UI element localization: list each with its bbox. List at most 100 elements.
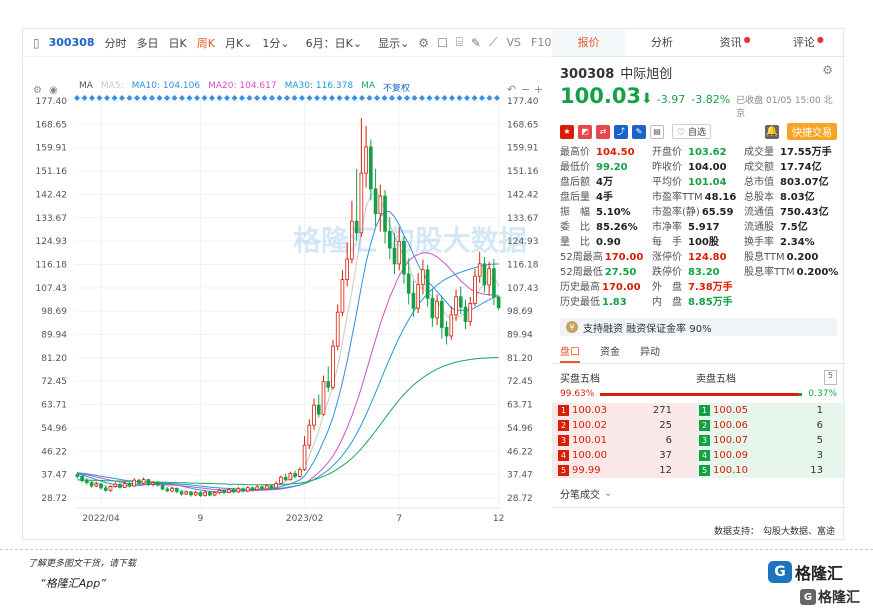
plus-icon[interactable]: + bbox=[534, 83, 543, 96]
bid-level[interactable]: 1 100.03 271 bbox=[552, 403, 697, 418]
ask-level[interactable]: 4 100.09 3 bbox=[697, 448, 845, 463]
y-tick-label-left: 89.94 bbox=[41, 331, 67, 341]
tab-funds[interactable]: 资金 bbox=[600, 344, 620, 363]
orderbook-row[interactable]: 3 100.01 6 3 100.07 5 bbox=[552, 433, 845, 448]
event-marker bbox=[449, 95, 455, 101]
bid-level[interactable]: 2 100.02 25 bbox=[552, 418, 697, 433]
display-dropdown[interactable]: 显示⌄ bbox=[373, 35, 414, 51]
period-weekly[interactable]: 周K bbox=[192, 35, 220, 51]
stat-label: 盘后量 bbox=[560, 192, 590, 203]
bid-volume: 12 bbox=[659, 465, 672, 476]
bid-level[interactable]: 5 99.99 12 bbox=[552, 463, 697, 478]
undo-icon[interactable]: ↶ bbox=[507, 83, 516, 96]
tab-analysis[interactable]: 分析 bbox=[625, 29, 698, 56]
period-minute-dropdown[interactable]: 1分⌄ bbox=[257, 35, 294, 51]
event-marker bbox=[134, 95, 140, 101]
stats-grid: 最高价 104.50 开盘价 103.62 成交量 17.55万手 最低价 99.20 昨收价 1… bbox=[552, 140, 845, 310]
candle-body bbox=[217, 489, 222, 494]
minus-icon[interactable]: − bbox=[521, 83, 530, 96]
candle-body bbox=[335, 311, 340, 347]
ask-level[interactable]: 1 100.05 1 bbox=[697, 403, 845, 418]
footer-text: 了解更多图文干货，请下载 bbox=[28, 559, 137, 569]
candle-body bbox=[236, 488, 241, 493]
chart-icon[interactable]: ◩ bbox=[578, 124, 592, 139]
x-tick-label: 2023/02 bbox=[286, 514, 323, 524]
stock-title: 300308 中际旭创 bbox=[560, 67, 673, 82]
stat-value: 99.20 bbox=[596, 162, 628, 173]
stat-item: 最低价 99.20 bbox=[560, 161, 652, 175]
orderbook-row[interactable]: 2 100.02 25 2 100.06 6 bbox=[552, 418, 845, 433]
ask-volume: 1 bbox=[816, 405, 823, 416]
stat-value: 48.16 bbox=[704, 192, 737, 203]
stat-item: 振 幅 5.10% bbox=[560, 206, 652, 220]
tab-comments[interactable]: 评论 ● bbox=[772, 29, 845, 56]
ask-level[interactable]: 5 100.10 13 bbox=[697, 463, 845, 478]
chevron-down-icon: ⌄ bbox=[352, 36, 363, 50]
candle-body bbox=[151, 482, 155, 485]
orderbook-row[interactable]: 1 100.03 271 1 100.05 1 bbox=[552, 403, 845, 418]
y-tick-label-left: 98.69 bbox=[41, 307, 67, 317]
y-tick-label-left: 133.67 bbox=[36, 214, 68, 224]
stock-code-label[interactable]: 300308 bbox=[44, 36, 100, 49]
stat-value: 7.5亿 bbox=[780, 222, 808, 233]
orderbook-row[interactable]: 4 100.00 37 4 100.09 3 bbox=[552, 448, 845, 463]
bid-ratio: 99.63% bbox=[560, 389, 595, 399]
ask-volume: 3 bbox=[816, 450, 823, 461]
chevron-down-icon[interactable]: ⌄ bbox=[604, 488, 612, 499]
ask-price: 100.10 bbox=[713, 465, 748, 476]
gear-icon[interactable]: ⚙ bbox=[418, 36, 429, 50]
unread-dot: ● bbox=[816, 35, 824, 44]
pen-icon[interactable]: ✎ bbox=[471, 36, 481, 50]
ask-level[interactable]: 3 100.07 5 bbox=[697, 433, 845, 448]
stat-label: 内 盘 bbox=[652, 297, 682, 308]
stat-item: 平均价 101.04 bbox=[652, 176, 744, 190]
y-tick-label-left: 46.22 bbox=[41, 447, 67, 457]
tab-orderbook[interactable]: 盘口 bbox=[560, 344, 580, 363]
bid-level[interactable]: 3 100.01 6 bbox=[552, 433, 697, 448]
footer-app-name: “格隆汇App” bbox=[40, 577, 106, 590]
range-dropdown[interactable]: 6月：日K⌄ bbox=[301, 35, 367, 51]
ruler-icon[interactable]: ⟋ bbox=[489, 35, 497, 50]
orderbook-row[interactable]: 5 99.99 12 5 100.10 13 bbox=[552, 463, 845, 478]
candle-body bbox=[444, 327, 449, 337]
candle-body bbox=[189, 491, 193, 496]
stat-item: 市盈率TTM 48.16 bbox=[652, 191, 744, 205]
tab-news[interactable]: 资讯 ● bbox=[699, 29, 772, 56]
ask-level[interactable]: 2 100.06 6 bbox=[697, 418, 845, 433]
watermark: 格隆汇 勾股大数据 bbox=[293, 224, 527, 257]
kline-svg[interactable]: ⚙ ◉ ↶ − +177.40 177.40 168.65 168.65 159.91 159.9… bbox=[23, 71, 551, 541]
add-favorite-button[interactable]: ♡ 自选 bbox=[672, 124, 711, 139]
tab-quote[interactable]: 报价 bbox=[552, 29, 626, 56]
fast-trade-button[interactable]: 快捷交易 bbox=[787, 123, 837, 140]
stat-value: 4万 bbox=[596, 177, 613, 188]
stat-value: 104.00 bbox=[688, 162, 727, 173]
eye-icon[interactable]: ◉ bbox=[49, 85, 58, 96]
tab-movement[interactable]: 异动 bbox=[640, 344, 660, 363]
quote-tabs: 报价 分析 资讯 ● 评论 ● bbox=[552, 29, 845, 57]
period-timeshare[interactable]: 分时 bbox=[100, 35, 132, 51]
stat-value: 170.00 bbox=[602, 282, 641, 293]
y-tick-label-left: 142.42 bbox=[36, 190, 68, 200]
compare-button[interactable]: VS bbox=[502, 36, 527, 49]
bell-icon[interactable]: 🔔 bbox=[765, 124, 779, 139]
camera-icon[interactable]: ⌸ bbox=[456, 35, 463, 50]
gear-icon[interactable]: ⚙ bbox=[33, 85, 42, 96]
period-monthly-dropdown[interactable]: 月K⌄ bbox=[220, 35, 257, 51]
candle-body bbox=[118, 483, 122, 488]
gear-icon[interactable]: ⚙ bbox=[822, 63, 833, 77]
note-icon[interactable]: ✎ bbox=[632, 124, 646, 139]
doc-icon[interactable]: ▤ bbox=[650, 124, 664, 139]
share-icon[interactable]: ⤴ bbox=[614, 124, 628, 139]
depth-toggle[interactable]: 5 bbox=[823, 370, 837, 385]
trade-icon[interactable]: ⇄ bbox=[596, 124, 610, 139]
stat-label: 跌停价 bbox=[652, 267, 682, 278]
period-daily[interactable]: 日K bbox=[164, 35, 192, 51]
event-marker bbox=[479, 95, 485, 101]
event-marker bbox=[156, 95, 163, 101]
candle-body bbox=[321, 381, 326, 415]
stat-label: 最低价 bbox=[560, 162, 590, 173]
square-icon[interactable]: ☐ bbox=[437, 36, 448, 50]
bid-level[interactable]: 4 100.00 37 bbox=[552, 448, 697, 463]
period-multiday[interactable]: 多日 bbox=[132, 35, 164, 51]
sidebar-toggle-icon[interactable]: ▯ bbox=[33, 36, 40, 50]
